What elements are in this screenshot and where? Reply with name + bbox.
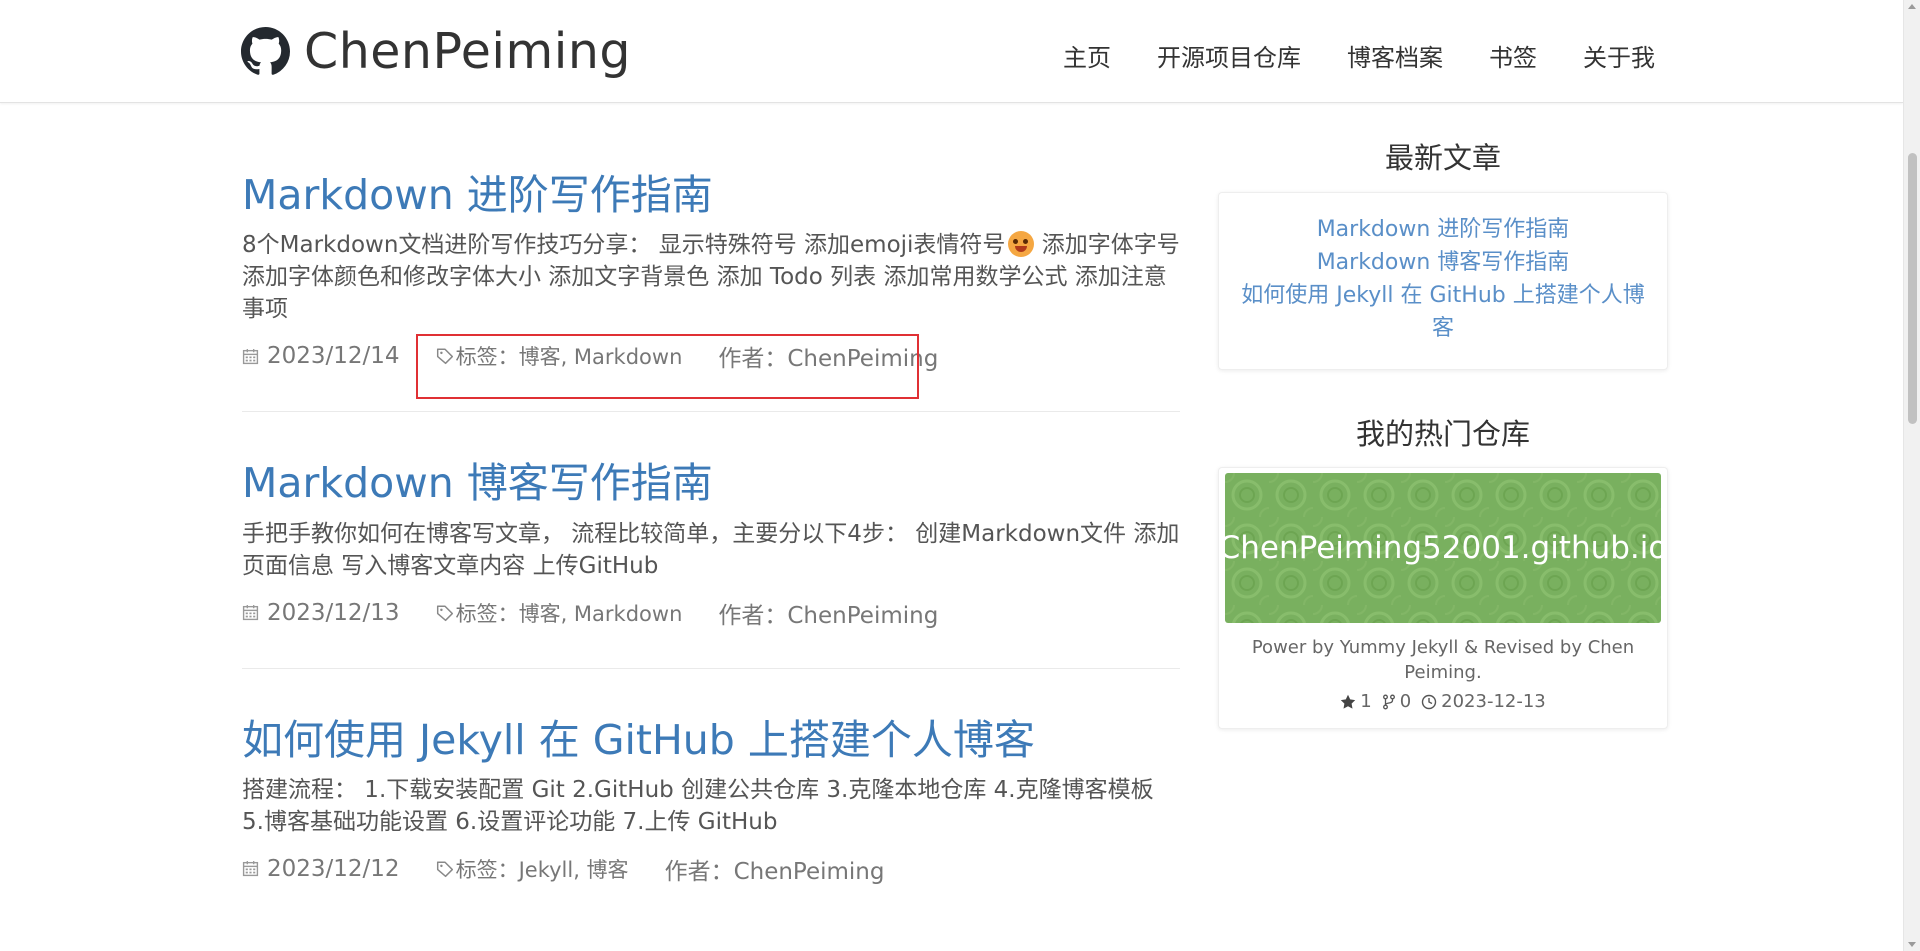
nav-item-archive[interactable]: 博客档案 — [1347, 38, 1443, 73]
latest-post-link[interactable]: Markdown 博客写作指南 — [1235, 246, 1651, 279]
repo-forks: 0 — [1382, 691, 1411, 712]
post-date: 2023/12/14 — [267, 343, 400, 370]
tag-links[interactable]: Jekyll, 博客 — [519, 858, 629, 882]
nav-item-home[interactable]: 主页 — [1063, 38, 1111, 73]
post-date: 2023/12/12 — [267, 855, 400, 882]
tags-label: 标签： — [455, 857, 519, 882]
post-title[interactable]: 如何使用 Jekyll 在 GitHub 上搭建个人博客 — [242, 715, 1180, 766]
repo-updated: 2023-12-13 — [1421, 691, 1546, 712]
clock-icon — [1421, 694, 1437, 710]
tag-links[interactable]: 博客, Markdown — [519, 345, 683, 369]
scroll-down-arrow-icon[interactable] — [1908, 942, 1916, 947]
tags-label: 标签： — [455, 601, 519, 626]
scroll-up-arrow-icon[interactable] — [1908, 4, 1916, 9]
post-title[interactable]: Markdown 进阶写作指南 — [242, 170, 1180, 221]
post-excerpt: 8个Markdown文档进阶写作技巧分享： 显示特殊符号 添加emoji表情符号… — [242, 229, 1180, 325]
repo-updated-date: 2023-12-13 — [1441, 691, 1546, 713]
post-excerpt: 手把手教你如何在博客写文章， 流程比较简单，主要分以下4步： 创建Markdow… — [242, 520, 1180, 579]
page-scrollbar[interactable] — [1903, 0, 1920, 951]
latest-posts-card: Markdown 进阶写作指南 Markdown 博客写作指南 如何使用 Jek… — [1218, 191, 1668, 370]
calendar-icon — [242, 861, 259, 877]
main-nav: 主页 开源项目仓库 博客档案 书签 关于我 — [1017, 38, 1655, 73]
repo-stars-count: 1 — [1360, 691, 1372, 713]
star-icon — [1341, 694, 1356, 709]
brand-title: ChenPeiming — [304, 22, 632, 80]
post-author: 作者：ChenPeiming — [718, 346, 939, 373]
nav-item-open-source[interactable]: 开源项目仓库 — [1157, 38, 1301, 73]
post-excerpt: 搭建流程： 1.下载安装配置 Git 2.GitHub 创建公共仓库 3.克隆本… — [242, 776, 1154, 835]
post-meta: 2023/12/13 标签：博客, Markdown 作者：ChenPeimin… — [242, 594, 1180, 632]
scrollbar-thumb[interactable] — [1908, 153, 1917, 424]
tag-icon — [436, 861, 453, 877]
latest-posts-heading: 最新文章 — [1384, 141, 1501, 175]
calendar-icon — [242, 605, 259, 621]
github-octocat-icon — [241, 26, 290, 75]
popular-repos-heading: 我的热门仓库 — [1355, 416, 1530, 451]
post-title[interactable]: Markdown 博客写作指南 — [242, 458, 1180, 509]
post-list: Markdown 进阶写作指南 8个Markdown文档进阶写作技巧分享： 显示… — [242, 170, 1180, 951]
post-item: Markdown 博客写作指南 手把手教你如何在博客写文章， 流程比较简单，主要… — [242, 458, 1180, 669]
post-meta: 2023/12/14 标签：博客, Markdown 作者：ChenPeimin… — [242, 337, 1180, 375]
repo-forks-count: 0 — [1399, 691, 1412, 713]
post-meta: 2023/12/12 标签：Jekyll, 博客 作者：ChenPeiming — [242, 850, 1180, 888]
tag-icon — [436, 348, 453, 365]
repo-banner[interactable]: ChenPeiming52001.github.io — [1225, 473, 1661, 624]
repo-description: Power by Yummy Jekyll & Revised by Chen … — [1251, 637, 1635, 684]
latest-post-link[interactable]: Markdown 进阶写作指南 — [1235, 213, 1651, 246]
repo-stats: 1 0 2023-12-13 — [1225, 691, 1661, 712]
sidebar: 最新文章 Markdown 进阶写作指南 Markdown 博客写作指南 如何使… — [1218, 140, 1668, 730]
post-tags: 标签：博客, Markdown — [456, 341, 683, 371]
post-item: 如何使用 Jekyll 在 GitHub 上搭建个人博客 搭建流程： 1.下载安… — [242, 715, 1180, 924]
repo-stars: 1 — [1340, 691, 1372, 713]
fork-icon — [1382, 694, 1395, 710]
tag-icon — [436, 605, 453, 621]
calendar-icon — [242, 348, 259, 364]
post-tags: 标签：博客, Markdown — [456, 598, 683, 628]
post-date: 2023/12/13 — [267, 599, 400, 626]
post-author: 作者：ChenPeiming — [718, 602, 939, 629]
post-item: Markdown 进阶写作指南 8个Markdown文档进阶写作技巧分享： 显示… — [242, 170, 1180, 413]
repo-name-link[interactable]: ChenPeiming52001.github.io — [1225, 530, 1661, 566]
tag-links[interactable]: 博客, Markdown — [519, 602, 683, 626]
tags-label: 标签： — [455, 345, 519, 370]
nav-item-bookmarks[interactable]: 书签 — [1489, 38, 1537, 73]
latest-post-link[interactable]: 如何使用 Jekyll 在 GitHub 上搭建个人博客 — [1235, 279, 1651, 345]
site-header: ChenPeiming 主页 开源项目仓库 博客档案 书签 关于我 — [0, 0, 1903, 103]
brand[interactable]: ChenPeiming — [241, 18, 631, 84]
repo-card: ChenPeiming52001.github.io Power by Yumm… — [1218, 467, 1668, 730]
post-excerpt-text: 8个Markdown文档进阶写作技巧分享： 显示特殊符号 添加emoji表情符号 — [242, 232, 1006, 259]
post-tags: 标签：Jekyll, 博客 — [456, 854, 629, 884]
emoji-face-icon — [1008, 231, 1035, 258]
post-author: 作者：ChenPeiming — [664, 858, 885, 885]
nav-item-about[interactable]: 关于我 — [1583, 38, 1655, 73]
